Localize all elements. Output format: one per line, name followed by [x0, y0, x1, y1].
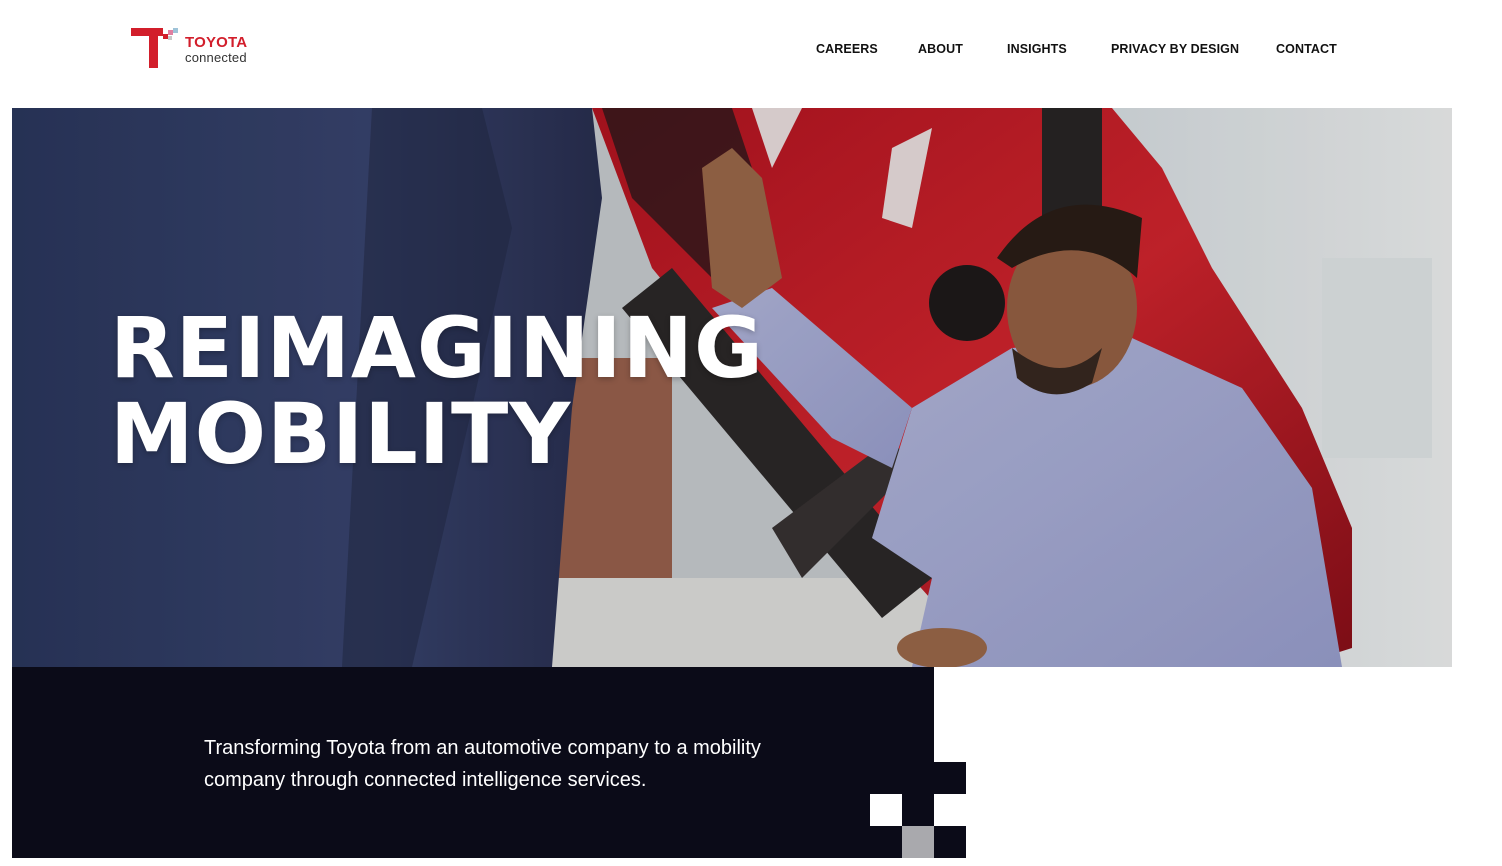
- main-nav: CAREERS ABOUT INSIGHTS PRIVACY BY DESIGN…: [0, 42, 1502, 60]
- nav-contact[interactable]: CONTACT: [1276, 42, 1337, 56]
- nav-privacy-by-design[interactable]: PRIVACY BY DESIGN: [1111, 42, 1239, 56]
- nav-about[interactable]: ABOUT: [918, 42, 963, 56]
- nav-insights[interactable]: INSIGHTS: [1007, 42, 1067, 56]
- pixel-square: [902, 794, 934, 826]
- tagline-text: Transforming Toyota from an automotive c…: [204, 737, 761, 791]
- hero-title-line-2: MOBILITY: [110, 385, 572, 483]
- site-header: TOYOTA connected CAREERS ABOUT INSIGHTS …: [0, 0, 1502, 108]
- pixel-square: [934, 762, 966, 794]
- pixel-square: [902, 826, 934, 858]
- pixel-square: [870, 794, 902, 826]
- pixel-square: [934, 794, 966, 826]
- tagline-panel: Transforming Toyota from an automotive c…: [12, 667, 934, 858]
- hero-section: REIMAGINING MOBILITY: [12, 108, 1452, 667]
- hero-title-line-1: REIMAGINING: [110, 299, 764, 397]
- pixel-square: [934, 826, 966, 858]
- hero-title: REIMAGINING MOBILITY: [110, 305, 764, 477]
- nav-careers[interactable]: CAREERS: [816, 42, 878, 56]
